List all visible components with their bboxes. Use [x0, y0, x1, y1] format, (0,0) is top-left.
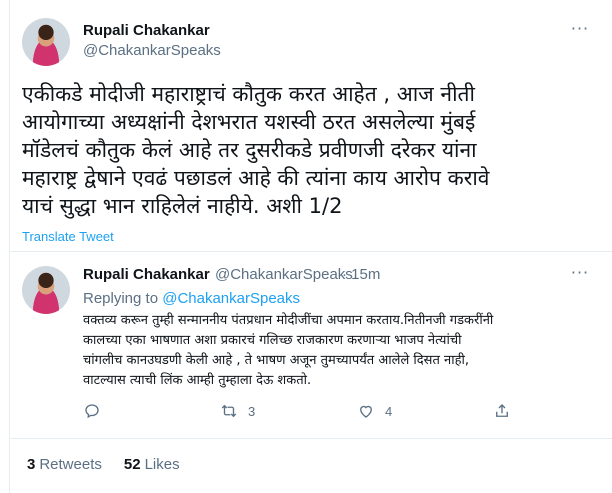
like-button[interactable]: 4 [357, 400, 392, 422]
tweet-text-line: मॉडेलचं कौतुक केलं आहे तर दुसरीकडे प्रवी… [22, 138, 477, 162]
likes-count: 52 [123, 456, 141, 473]
reply-timestamp[interactable]: · 15m [342, 266, 380, 283]
replying-to-handle-link[interactable]: @ChakankarSpeaks [162, 290, 300, 307]
reply-icon [85, 404, 99, 419]
tweet-text-line: एकीकडे मोदीजी महाराष्ट्राचं कौतुक करत आह… [22, 82, 475, 106]
reply-author-handle[interactable]: @ChakankarSpeaks [215, 266, 353, 283]
tweet-stats: 3 Retweets 52 Likes [27, 456, 202, 473]
author-handle[interactable]: @ChakankarSpeaks [83, 42, 221, 59]
avatar[interactable] [22, 18, 70, 66]
author-name[interactable]: Rupali Chakankar [83, 22, 210, 39]
retweets-label: Retweets [39, 456, 102, 473]
like-count: 4 [385, 403, 393, 419]
retweets-count: 3 [27, 456, 36, 473]
heart-icon [360, 405, 372, 418]
divider [9, 251, 612, 252]
more-options-icon[interactable]: ··· [570, 21, 590, 42]
share-icon [496, 404, 508, 417]
reply-author-name[interactable]: Rupali Chakankar [83, 266, 210, 283]
likes-label: Likes [144, 456, 180, 473]
reply-text-line: कालच्या एका भाषणात अशा प्रकारचं गलिच्छ र… [83, 333, 462, 348]
retweet-count: 3 [248, 403, 256, 419]
retweet-button[interactable]: 3 [220, 400, 255, 422]
translate-tweet-link[interactable]: Translate Tweet [22, 229, 114, 244]
share-button[interactable] [493, 400, 511, 422]
divider [9, 438, 612, 439]
retweets-stat-link[interactable]: 3 Retweets [27, 456, 102, 473]
tweet-text: एकीकडे मोदीजी महाराष्ट्राचं कौतुक करत आह… [22, 80, 597, 220]
reply-text: वक्तव्य करून तुम्ही सन्माननीय पंतप्रधान … [83, 311, 603, 391]
tweet-text-line: आयोगाच्या अध्यक्षांनी देशभरात यशस्वी ठरत… [22, 110, 476, 134]
more-options-icon[interactable]: ··· [570, 265, 590, 286]
likes-stat-link[interactable]: 52 Likes [124, 456, 180, 473]
reply-text-line: चांगलीच कानउघडणी केली आहे , ते भाषण अजून… [83, 353, 469, 368]
reply-text-line: वाटल्यास त्याची लिंक आम्ही तुम्हाला देऊ … [83, 373, 312, 388]
retweet-icon [221, 404, 237, 418]
avatar[interactable] [22, 266, 70, 314]
tweet-actions: 3 4 [83, 400, 513, 422]
tweet-text-line: महाराष्ट्र द्वेषाने एवढं पछाडलं आहे की त… [22, 166, 490, 190]
reply-text-line: वक्तव्य करून तुम्ही सन्माननीय पंतप्रधान … [83, 313, 494, 328]
tweet-text-line: याचं सुद्धा भान राहिलेलं नाहीये. अशी 1/2 [22, 194, 343, 218]
reply-button[interactable] [83, 400, 101, 422]
replying-prefix: Replying to [83, 290, 159, 307]
replying-to: Replying to @ChakankarSpeaks [83, 290, 300, 307]
